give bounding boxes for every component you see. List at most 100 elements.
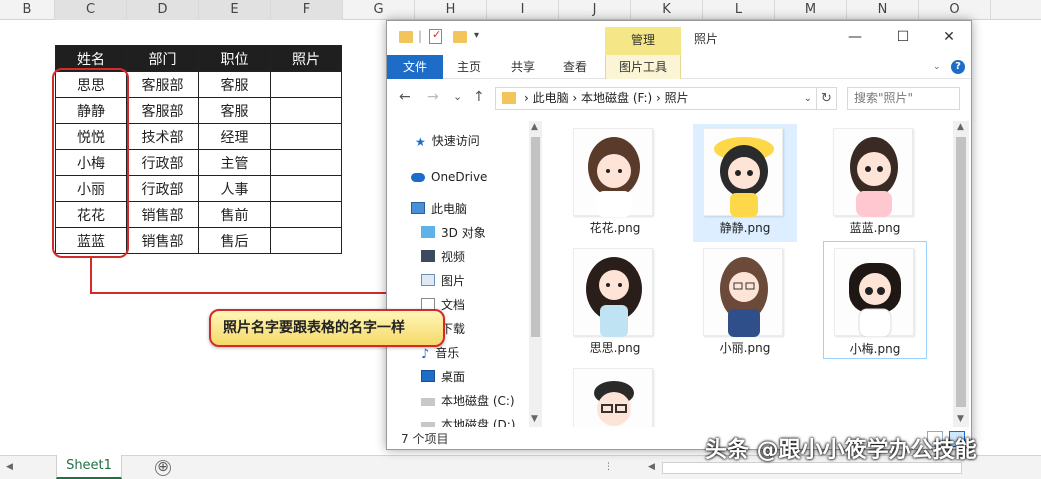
header-cell-photo[interactable]: 照片 (270, 45, 342, 72)
cell-position[interactable]: 客服 (198, 71, 271, 98)
cartoon-girl-icon (714, 137, 774, 217)
file-tile-jingjing[interactable]: 静静.png (693, 124, 797, 242)
column-header-m[interactable]: M (775, 0, 847, 20)
sidebar-item-pictures[interactable]: 图片 (421, 269, 465, 293)
new-folder-icon[interactable] (453, 31, 467, 43)
sidebar-item-drive-c[interactable]: 本地磁盘 (C:) (421, 389, 515, 413)
properties-icon[interactable]: ✓ (429, 28, 442, 44)
cell-department[interactable]: 销售部 (126, 201, 199, 228)
cell-position[interactable]: 客服 (198, 97, 271, 124)
column-header-h[interactable]: H (415, 0, 487, 20)
cell-department[interactable]: 行政部 (126, 175, 199, 202)
tab-file[interactable]: 文件 (387, 55, 443, 79)
thumbnail-image (573, 368, 653, 427)
file-tile-lanlan[interactable]: 蓝蓝.png (823, 124, 927, 242)
tab-share[interactable]: 共享 (503, 55, 543, 79)
cartoon-girl-icon (586, 257, 642, 337)
minimize-button[interactable]: — (841, 27, 869, 47)
address-field[interactable]: › 此电脑 › 本地磁盘 (F:) › 照片 ⌄ (495, 87, 817, 110)
nav-pane-scrollbar[interactable]: ▲ ▼ (529, 121, 542, 427)
close-button[interactable]: ✕ (935, 27, 963, 47)
column-header-c[interactable]: C (55, 0, 127, 20)
cell-department[interactable]: 行政部 (126, 149, 199, 176)
file-tile-xiaomei[interactable]: 小梅.png (823, 241, 927, 359)
column-header-l[interactable]: L (703, 0, 775, 20)
add-sheet-button[interactable]: ⊕ (155, 460, 171, 476)
scrollbar-thumb[interactable] (956, 137, 966, 407)
column-header-n[interactable]: N (847, 0, 919, 20)
column-header-j[interactable]: J (559, 0, 631, 20)
column-header-e[interactable]: E (199, 0, 271, 20)
column-header-g[interactable]: G (343, 0, 415, 20)
thumbnail-image (573, 128, 653, 217)
header-cell-position[interactable]: 职位 (198, 45, 271, 72)
sidebar-item-this-pc[interactable]: 此电脑 (411, 197, 467, 221)
customize-qat-icon[interactable]: ▾ (474, 30, 479, 41)
tab-home[interactable]: 主页 (449, 55, 489, 79)
header-cell-department[interactable]: 部门 (126, 45, 199, 72)
cell-department[interactable]: 技术部 (126, 123, 199, 150)
cell-photo[interactable] (270, 123, 342, 150)
recent-locations-icon[interactable]: ⌄ (453, 90, 462, 103)
scroll-down-icon[interactable]: ▼ (531, 414, 538, 424)
checkmark-icon: ✓ (432, 28, 442, 41)
cell-photo[interactable] (270, 175, 342, 202)
back-icon[interactable]: ← (399, 89, 411, 105)
file-tile-huahua[interactable]: 花花.png (563, 124, 667, 242)
cell-photo[interactable] (270, 149, 342, 176)
hscroll-left-icon[interactable]: ◀ (648, 462, 655, 472)
content-scrollbar[interactable]: ▲ ▼ (953, 121, 969, 427)
search-input[interactable]: 搜索"照片" (847, 87, 960, 110)
column-header-o[interactable]: O (919, 0, 991, 20)
address-dropdown-icon[interactable]: ⌄ (804, 88, 812, 109)
address-bar-row: ← → ⌄ ↑ › 此电脑 › 本地磁盘 (F:) › 照片 ⌄ ↻ 搜索"照片… (387, 81, 971, 115)
cell-photo[interactable] (270, 71, 342, 98)
file-tile-sisi[interactable]: 思思.png (563, 244, 667, 362)
forward-icon[interactable]: → (427, 89, 439, 105)
maximize-button[interactable]: ☐ (889, 27, 917, 47)
up-icon[interactable]: ↑ (473, 89, 485, 105)
sidebar-item-quick-access[interactable]: ★ 快速访问 (415, 129, 480, 153)
context-tab-manage[interactable]: 管理 (605, 27, 681, 55)
cell-photo[interactable] (270, 201, 342, 228)
callout-note: 照片名字要跟表格的名字一样 (209, 309, 445, 347)
cell-position[interactable]: 经理 (198, 123, 271, 150)
cell-department[interactable]: 销售部 (126, 227, 199, 254)
sidebar-item-onedrive[interactable]: OneDrive (411, 165, 487, 189)
sheet-scroll-left-icon[interactable]: ◀ (6, 462, 13, 472)
expand-ribbon-icon[interactable]: ⌄ (933, 62, 941, 72)
refresh-button[interactable]: ↻ (817, 87, 837, 110)
scroll-up-icon[interactable]: ▲ (531, 122, 538, 132)
cell-position[interactable]: 人事 (198, 175, 271, 202)
sidebar-item-drive-d[interactable]: 本地磁盘 (D:) (421, 413, 515, 427)
file-tile-boy[interactable] (563, 364, 667, 427)
item-count: 7 个项目 (401, 432, 449, 446)
computer-icon (411, 202, 425, 214)
cell-position[interactable]: 售前 (198, 201, 271, 228)
cell-department[interactable]: 客服部 (126, 97, 199, 124)
column-header-f[interactable]: F (271, 0, 343, 20)
cell-photo[interactable] (270, 227, 342, 254)
cell-position[interactable]: 主管 (198, 149, 271, 176)
cell-photo[interactable] (270, 97, 342, 124)
scroll-down-icon[interactable]: ▼ (957, 414, 964, 424)
file-name: 静静.png (719, 221, 771, 235)
sidebar-item-videos[interactable]: 视频 (421, 245, 465, 269)
scroll-up-icon[interactable]: ▲ (957, 122, 964, 132)
sidebar-item-3d-objects[interactable]: 3D 对象 (421, 221, 486, 245)
cell-department[interactable]: 客服部 (126, 71, 199, 98)
column-header-d[interactable]: D (127, 0, 199, 20)
tab-picture-tools[interactable]: 图片工具 (605, 55, 681, 79)
column-header-k[interactable]: K (631, 0, 703, 20)
help-icon[interactable]: ? (951, 60, 965, 74)
scrollbar-thumb[interactable] (531, 137, 540, 337)
file-tile-xiaoli[interactable]: 小丽.png (693, 244, 797, 362)
tab-view[interactable]: 查看 (555, 55, 595, 79)
sheet-tab-sheet1[interactable]: Sheet1 (56, 455, 122, 479)
options-dots-icon[interactable]: ⋮ (604, 462, 613, 472)
column-header-b[interactable]: B (0, 0, 55, 20)
cell-position[interactable]: 售后 (198, 227, 271, 254)
folder-icon[interactable] (399, 31, 413, 43)
column-header-i[interactable]: I (487, 0, 559, 20)
sidebar-item-desktop[interactable]: 桌面 (421, 365, 465, 389)
